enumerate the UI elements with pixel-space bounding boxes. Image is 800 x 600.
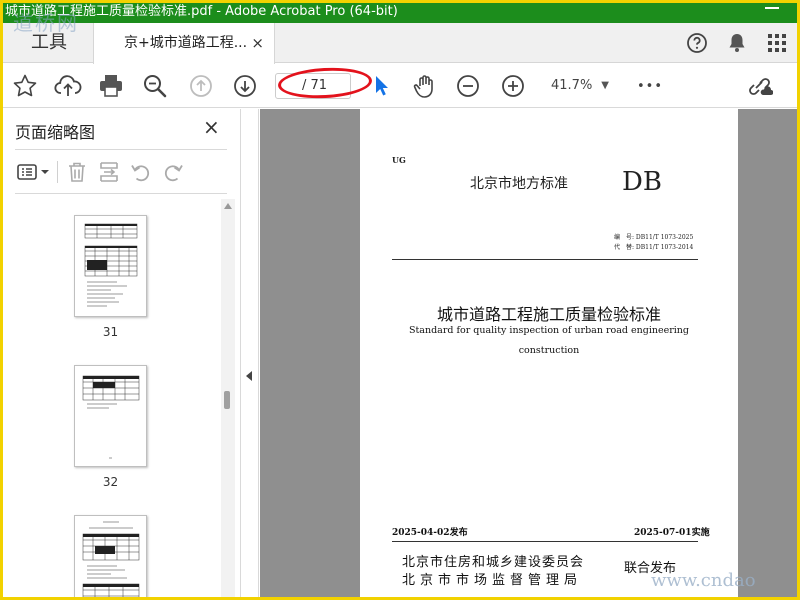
- delete-page-icon[interactable]: [61, 157, 93, 187]
- pdf-page: UG 北京市地方标准 DB 编 号: DB11/T 1073-2025 代 替:…: [360, 109, 738, 597]
- rotate-right-icon[interactable]: [157, 157, 189, 187]
- panel-close-icon[interactable]: ×: [203, 115, 220, 139]
- thumbnail-scrollbar[interactable]: [221, 199, 235, 597]
- share-link-icon[interactable]: [739, 64, 779, 108]
- doc-publisher: 北京市市场监督管理局: [402, 573, 583, 588]
- app-window: 城市道路工程施工质量检验标准.pdf - Adobe Acrobat Pro (…: [3, 3, 797, 597]
- page-thumbnail[interactable]: [74, 515, 147, 597]
- scroll-up-arrow-icon[interactable]: [224, 203, 232, 209]
- zoom-level-value: 41.7%: [551, 78, 593, 93]
- thumbnail-page-number: 31: [102, 325, 119, 339]
- options-menu-icon[interactable]: [13, 157, 53, 187]
- doc-replaces: 代 替: DB11/T 1073-2014: [614, 244, 694, 251]
- red-highlight-oval: [277, 65, 373, 101]
- document-viewer[interactable]: UG 北京市地方标准 DB 编 号: DB11/T 1073-2025 代 替:…: [260, 109, 797, 597]
- zoom-out-icon[interactable]: [448, 64, 488, 108]
- doc-issue-date: 2025-04-02发布: [392, 528, 468, 538]
- doc-number: 编 号: DB11/T 1073-2025: [614, 234, 694, 241]
- tab-document[interactable]: 京+城市道路工程... ×: [93, 23, 275, 64]
- panel-toolbar: [13, 157, 189, 187]
- print-icon[interactable]: [91, 64, 131, 108]
- site-watermark: 道桥网: [13, 11, 79, 35]
- zoom-search-icon[interactable]: [135, 64, 175, 108]
- title-bar: 城市道路工程施工质量检验标准.pdf - Adobe Acrobat Pro (…: [3, 3, 797, 23]
- help-icon[interactable]: [677, 23, 717, 63]
- page-thumbnail[interactable]: [74, 215, 147, 317]
- doc-rule: [392, 541, 698, 542]
- zoom-in-icon[interactable]: [493, 64, 533, 108]
- doc-title-en: Standard for quality inspection of urban…: [408, 325, 690, 336]
- more-tools-icon[interactable]: •••: [630, 64, 670, 108]
- chevron-down-icon: ▼: [601, 80, 609, 91]
- doc-standard-type: 北京市地方标准: [470, 176, 568, 192]
- collapse-arrow-icon[interactable]: [246, 371, 252, 381]
- select-cursor-icon[interactable]: [361, 64, 401, 108]
- divider: [15, 149, 227, 150]
- thumbnail-list: 31 32: [3, 199, 219, 597]
- next-page-icon[interactable]: [225, 64, 265, 108]
- doc-number-block: 编 号: DB11/T 1073-2025 代 替: DB11/T 1073-2…: [614, 233, 693, 253]
- rotate-left-icon[interactable]: [125, 157, 157, 187]
- panel-collapse-handle[interactable]: [241, 109, 259, 597]
- doc-classification: UG: [392, 155, 406, 165]
- divider: [53, 157, 61, 187]
- thumbnail-page-number: 32: [102, 475, 119, 489]
- hand-tool-icon[interactable]: [405, 64, 445, 108]
- bookmark-star-icon[interactable]: [5, 64, 45, 108]
- previous-page-icon[interactable]: [181, 64, 221, 108]
- panel-title: 页面缩略图: [15, 123, 96, 142]
- page-thumbnail[interactable]: [74, 365, 147, 467]
- zoom-level-select[interactable]: 41.7% ▼: [539, 73, 615, 99]
- tab-bar: 工具 京+城市道路工程... ×: [3, 23, 797, 64]
- cloud-upload-icon[interactable]: [48, 64, 88, 108]
- doc-publisher: 北京市住房和城乡建设委员会: [402, 555, 585, 570]
- doc-title-en: construction: [518, 345, 580, 356]
- minimize-button[interactable]: [765, 3, 779, 21]
- thumbnail-panel: 页面缩略图 × 31 32: [3, 109, 241, 597]
- main-toolbar: / 71 41.7% ▼ •••: [3, 64, 797, 158]
- top-right-controls: [677, 23, 797, 63]
- scrollbar-thumb[interactable]: [224, 391, 230, 409]
- url-watermark: www.cndao: [651, 570, 756, 591]
- notification-bell-icon[interactable]: [717, 23, 757, 63]
- tab-document-label: 京+城市道路工程...: [124, 35, 248, 51]
- insert-page-icon[interactable]: [93, 157, 125, 187]
- divider: [15, 193, 227, 194]
- doc-db-mark: DB: [622, 167, 662, 197]
- tab-close-icon[interactable]: ×: [251, 23, 264, 63]
- apps-grid-icon[interactable]: [757, 23, 797, 63]
- doc-effective-date: 2025-07-01实施: [634, 528, 710, 538]
- doc-rule: [392, 259, 698, 260]
- doc-title-cn: 城市道路工程施工质量检验标准: [436, 305, 661, 324]
